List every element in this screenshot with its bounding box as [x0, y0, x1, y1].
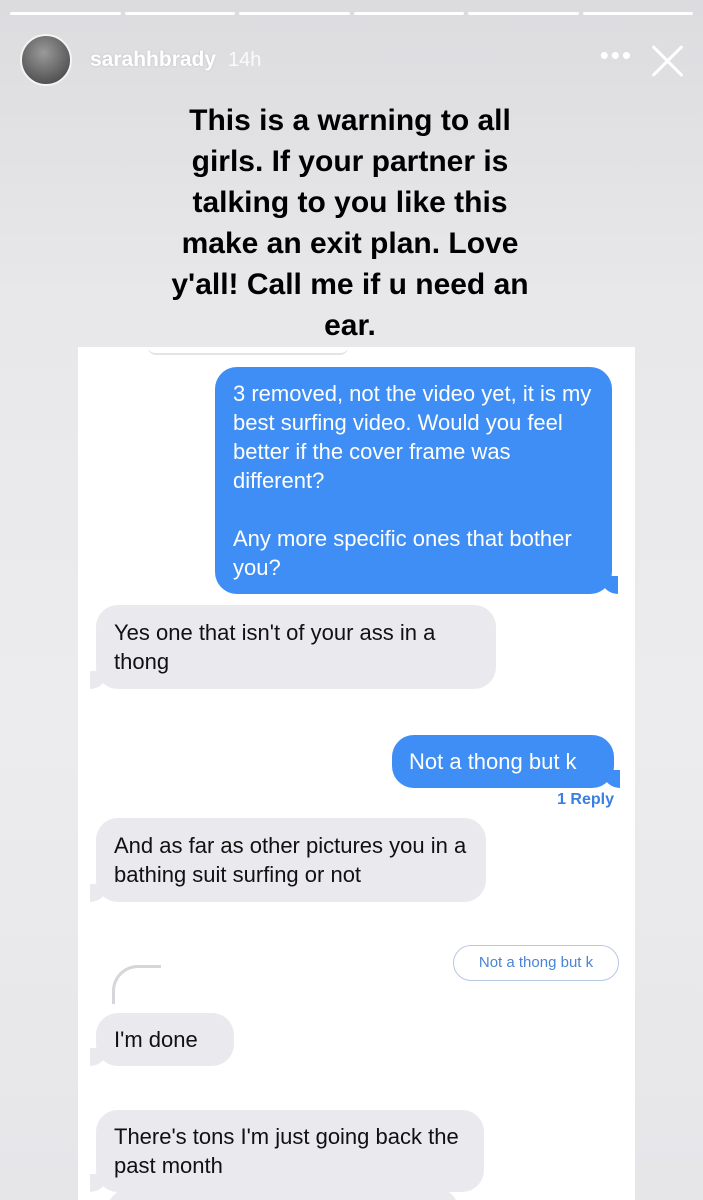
- message-screenshot: 3 removed, not the video yet, it is my b…: [78, 347, 635, 1200]
- more-icon[interactable]: •••: [600, 40, 647, 81]
- progress-segment: [124, 12, 235, 15]
- sent-message: Not a thong but k: [392, 735, 620, 788]
- progress-segment: [10, 12, 121, 15]
- progress-segment: [239, 12, 350, 15]
- story-header: sarahhbrady 14h •••: [20, 34, 689, 86]
- story-caption: This is a warning to all girls. If your …: [171, 104, 529, 342]
- received-message: And as far as other pictures you in a ba…: [90, 818, 486, 902]
- sent-message: 3 removed, not the video yet, it is my b…: [215, 367, 618, 594]
- reply-count-link[interactable]: 1 Reply: [557, 791, 614, 809]
- received-message: I'm done: [90, 1013, 234, 1066]
- post-time: 14h: [228, 48, 262, 71]
- story-viewer: sarahhbrady 14h ••• This is a warning to…: [0, 0, 703, 1200]
- progress-segment: [468, 12, 579, 15]
- received-message: Yes one that isn't of your ass in a thon…: [90, 605, 496, 689]
- progress-segment: [582, 12, 693, 15]
- quoted-reply-bubble: Not a thong but k: [453, 945, 619, 981]
- received-message: There's tons I'm just going back the pas…: [90, 1110, 484, 1192]
- message-text: Any more specific ones that bother you?: [233, 526, 572, 580]
- cropped-bubble-edge: [148, 347, 348, 355]
- avatar[interactable]: [20, 34, 72, 86]
- message-text: 3 removed, not the video yet, it is my b…: [233, 381, 592, 493]
- reply-thread-icon: [112, 965, 161, 1004]
- username[interactable]: sarahhbrady: [90, 48, 216, 72]
- cropped-message-bubble: [108, 1189, 458, 1200]
- progress-segment: [353, 12, 464, 15]
- close-icon[interactable]: [647, 40, 687, 80]
- story-progress-bar: [10, 12, 693, 18]
